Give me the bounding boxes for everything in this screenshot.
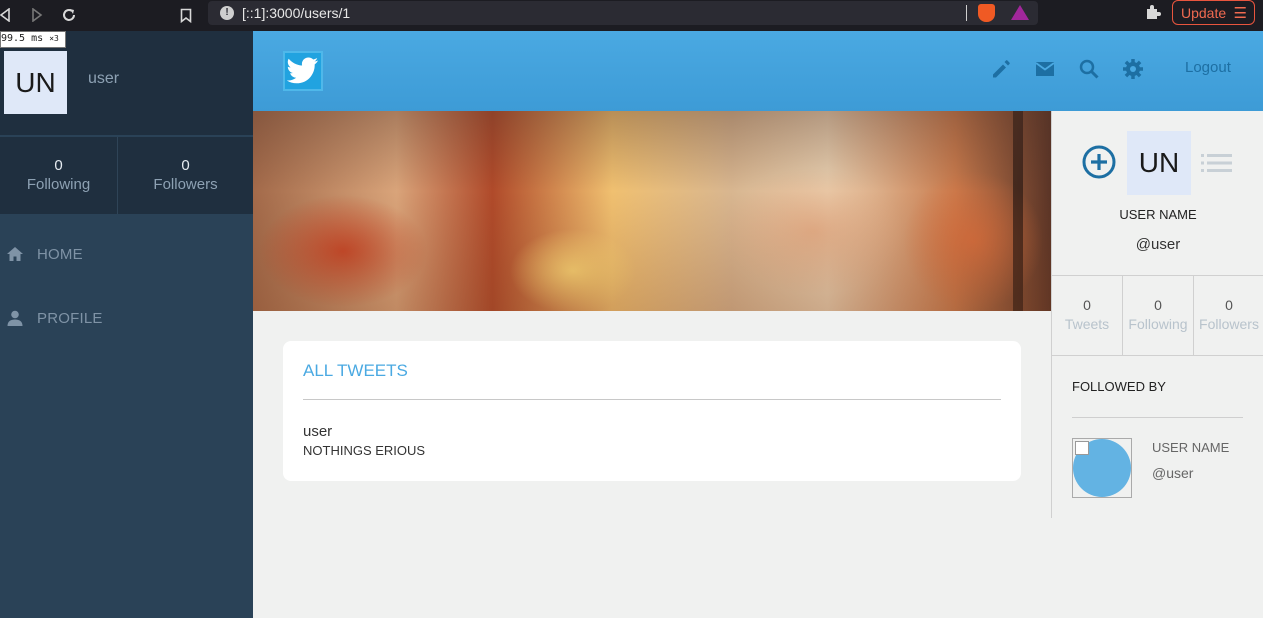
sidebar-item-profile[interactable]: PROFILE xyxy=(0,300,253,340)
tweets-stat[interactable]: 0 Tweets xyxy=(1052,276,1123,355)
sidebar-item-home[interactable]: HOME xyxy=(0,236,253,276)
person-icon xyxy=(6,309,24,327)
sidebar-item-label: PROFILE xyxy=(37,310,103,327)
search-icon[interactable] xyxy=(1077,57,1101,81)
following-stat[interactable]: 0 Following xyxy=(0,137,118,214)
forward-icon[interactable] xyxy=(26,4,48,26)
site-info-icon[interactable]: ! xyxy=(220,6,234,20)
followers-stat[interactable]: 0 Followers xyxy=(118,137,253,214)
followers-label: Followers xyxy=(1199,316,1259,332)
sidebar-item-label: HOME xyxy=(37,246,83,263)
logout-link[interactable]: Logout xyxy=(1185,59,1231,76)
perf-badge: 99.5 ms ×3 xyxy=(0,31,66,48)
extensions-icon[interactable] xyxy=(1145,4,1161,25)
perf-time: 99.5 ms xyxy=(1,33,44,44)
following-count: 0 xyxy=(1154,297,1162,313)
address-bar-divider xyxy=(966,5,967,21)
followers-label: Followers xyxy=(153,176,218,193)
tweet-author[interactable]: user xyxy=(303,423,332,440)
avatar[interactable]: UN xyxy=(4,51,67,114)
cover-photo xyxy=(253,111,1051,311)
reload-icon[interactable] xyxy=(58,4,80,26)
brave-shields-icon[interactable] xyxy=(978,4,995,22)
list-icon[interactable] xyxy=(1201,151,1233,175)
divider xyxy=(1072,417,1243,418)
cover-shade xyxy=(253,111,1051,311)
profile-handle: @user xyxy=(1135,236,1181,253)
twitter-bird-icon[interactable] xyxy=(283,51,323,91)
top-header: Logout xyxy=(253,31,1263,111)
following-count: 0 xyxy=(54,157,63,174)
update-button[interactable]: Update ☰ xyxy=(1172,0,1255,25)
followers-count: 0 xyxy=(181,157,190,174)
tweets-count: 0 xyxy=(1083,297,1091,313)
back-icon[interactable] xyxy=(0,4,16,26)
menu-icon: ☰ xyxy=(1233,5,1247,22)
bookmark-icon[interactable] xyxy=(175,4,197,26)
tweets-label: Tweets xyxy=(1064,316,1110,332)
followers-count: 0 xyxy=(1225,297,1233,313)
url-text[interactable]: [::1]:3000/users/1 xyxy=(242,5,350,21)
mail-icon[interactable] xyxy=(1033,57,1057,81)
home-icon xyxy=(6,245,24,263)
add-circle-icon[interactable] xyxy=(1082,145,1116,179)
profile-stats: 0 Tweets 0 Following 0 Followers xyxy=(1052,275,1263,356)
profile-avatar: UN xyxy=(1127,131,1191,195)
following-stat[interactable]: 0 Following xyxy=(1123,276,1194,355)
address-bar[interactable]: ! [::1]:3000/users/1 xyxy=(208,1,1038,25)
gear-icon[interactable] xyxy=(1121,57,1145,81)
broken-image-icon xyxy=(1075,441,1089,455)
followed-by-title: FOLLOWED BY xyxy=(1072,379,1166,394)
follower-handle[interactable]: @user xyxy=(1152,465,1193,481)
divider xyxy=(303,399,1001,400)
sidebar-username[interactable]: user xyxy=(88,70,119,88)
browser-toolbar: ! [::1]:3000/users/1 Update ☰ xyxy=(0,0,1263,31)
followers-stat[interactable]: 0 Followers xyxy=(1194,276,1263,355)
tweets-title: ALL TWEETS xyxy=(303,361,408,380)
follower-name[interactable]: USER NAME xyxy=(1152,440,1229,455)
tweets-card: ALL TWEETS user NOTHINGS ERIOUS xyxy=(283,341,1021,481)
follower-avatar[interactable] xyxy=(1072,438,1132,498)
tweet-text: NOTHINGS ERIOUS xyxy=(303,443,426,458)
profile-panel: UN USER NAME @user 0 Tweets 0 Following … xyxy=(1051,111,1263,518)
following-label: Following xyxy=(26,176,91,193)
brave-rewards-icon[interactable] xyxy=(1011,5,1029,20)
following-label: Following xyxy=(1128,316,1188,332)
update-label: Update xyxy=(1181,5,1227,21)
profile-name: USER NAME xyxy=(1119,207,1197,222)
perf-multiplier: ×3 xyxy=(49,34,59,43)
left-sidebar: UN user 0 Following 0 Followers HOME PRO… xyxy=(0,31,253,618)
pencil-icon[interactable] xyxy=(989,57,1013,81)
sidebar-stats: 0 Following 0 Followers xyxy=(0,137,253,214)
